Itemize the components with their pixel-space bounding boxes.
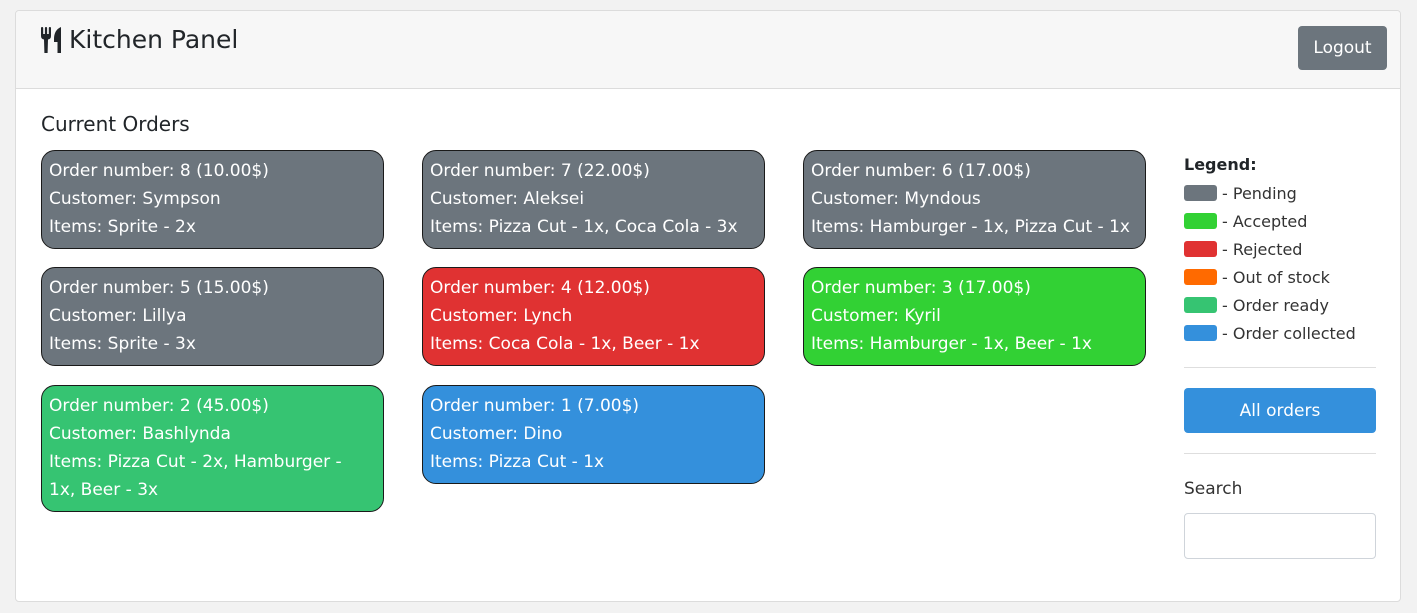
- brand: Kitchen Panel: [40, 24, 238, 56]
- legend-item-out-of-stock: - Out of stock: [1184, 263, 1376, 291]
- kitchen-panel: Kitchen Panel Logout Current Orders Orde…: [15, 10, 1401, 602]
- order-number: Order number: 8 (10.00$): [49, 161, 269, 181]
- page-title: Kitchen Panel: [69, 25, 239, 54]
- legend-item-pending: - Pending: [1184, 179, 1376, 207]
- order-number: Order number: 6 (17.00$): [811, 161, 1031, 181]
- out-of-stock-swatch: [1184, 269, 1217, 285]
- legend-label: - Accepted: [1222, 211, 1308, 231]
- order-customer: Customer: Aleksei: [430, 189, 585, 209]
- legend-item-order-ready: - Order ready: [1184, 291, 1376, 319]
- order-card[interactable]: Order number: 5 (15.00$) Customer: Lilly…: [41, 267, 384, 366]
- order-card[interactable]: Order number: 8 (10.00$) Customer: Symps…: [41, 150, 384, 249]
- order-card[interactable]: Order number: 1 (7.00$) Customer: Dino I…: [422, 385, 765, 484]
- legend-item-accepted: - Accepted: [1184, 207, 1376, 235]
- order-card[interactable]: Order number: 7 (22.00$) Customer: Aleks…: [422, 150, 765, 249]
- order-items: Items: Pizza Cut - 1x, Coca Cola - 3x: [430, 217, 738, 237]
- rejected-swatch: [1184, 241, 1217, 257]
- pending-swatch: [1184, 185, 1217, 201]
- order-number: Order number: 1 (7.00$): [430, 396, 640, 416]
- order-card[interactable]: Order number: 2 (45.00$) Customer: Bashl…: [41, 385, 384, 512]
- order-customer: Customer: Sympson: [49, 189, 221, 209]
- section-title: Current Orders: [41, 112, 190, 136]
- order-items: Items: Hamburger - 1x, Beer - 1x: [811, 334, 1092, 354]
- legend-label: - Pending: [1222, 183, 1297, 203]
- order-items: Items: Hamburger - 1x, Pizza Cut - 1x: [811, 217, 1130, 237]
- logout-button[interactable]: Logout: [1298, 26, 1387, 70]
- utensils-icon: [40, 26, 64, 54]
- order-card[interactable]: Order number: 3 (17.00$) Customer: Kyril…: [803, 267, 1146, 366]
- order-customer: Customer: Kyril: [811, 306, 941, 326]
- order-ready-swatch: [1184, 297, 1217, 313]
- search-input[interactable]: [1184, 513, 1376, 559]
- order-items: Items: Pizza Cut - 1x: [430, 452, 605, 472]
- legend-item-order-collected: - Order collected: [1184, 319, 1376, 347]
- order-card[interactable]: Order number: 4 (12.00$) Customer: Lynch…: [422, 267, 765, 366]
- order-number: Order number: 4 (12.00$): [430, 278, 650, 298]
- legend-label: - Order collected: [1222, 323, 1356, 343]
- order-collected-swatch: [1184, 325, 1217, 341]
- order-customer: Customer: Lynch: [430, 306, 573, 326]
- panel-header: Kitchen Panel Logout: [16, 11, 1400, 89]
- order-customer: Customer: Bashlynda: [49, 424, 231, 444]
- divider: [1184, 367, 1376, 368]
- all-orders-button[interactable]: All orders: [1184, 388, 1376, 433]
- accepted-swatch: [1184, 213, 1217, 229]
- search-label: Search: [1184, 479, 1243, 499]
- order-number: Order number: 3 (17.00$): [811, 278, 1031, 298]
- order-customer: Customer: Myndous: [811, 189, 981, 209]
- sidebar: Legend: - Pending - Accepted - Rejected …: [1184, 151, 1376, 559]
- legend-item-rejected: - Rejected: [1184, 235, 1376, 263]
- order-items: Items: Sprite - 3x: [49, 334, 196, 354]
- legend-label: - Order ready: [1222, 295, 1329, 315]
- order-items: Items: Sprite - 2x: [49, 217, 196, 237]
- order-card[interactable]: Order number: 6 (17.00$) Customer: Myndo…: [803, 150, 1146, 249]
- legend-title: Legend:: [1184, 155, 1257, 174]
- legend-label: - Out of stock: [1222, 267, 1330, 287]
- order-items: Items: Pizza Cut - 2x, Hamburger - 1x, B…: [49, 452, 342, 500]
- order-number: Order number: 5 (15.00$): [49, 278, 269, 298]
- order-number: Order number: 7 (22.00$): [430, 161, 650, 181]
- legend-label: - Rejected: [1222, 239, 1303, 259]
- order-customer: Customer: Dino: [430, 424, 563, 444]
- order-items: Items: Coca Cola - 1x, Beer - 1x: [430, 334, 700, 354]
- divider: [1184, 453, 1376, 454]
- order-customer: Customer: Lillya: [49, 306, 187, 326]
- order-number: Order number: 2 (45.00$): [49, 396, 269, 416]
